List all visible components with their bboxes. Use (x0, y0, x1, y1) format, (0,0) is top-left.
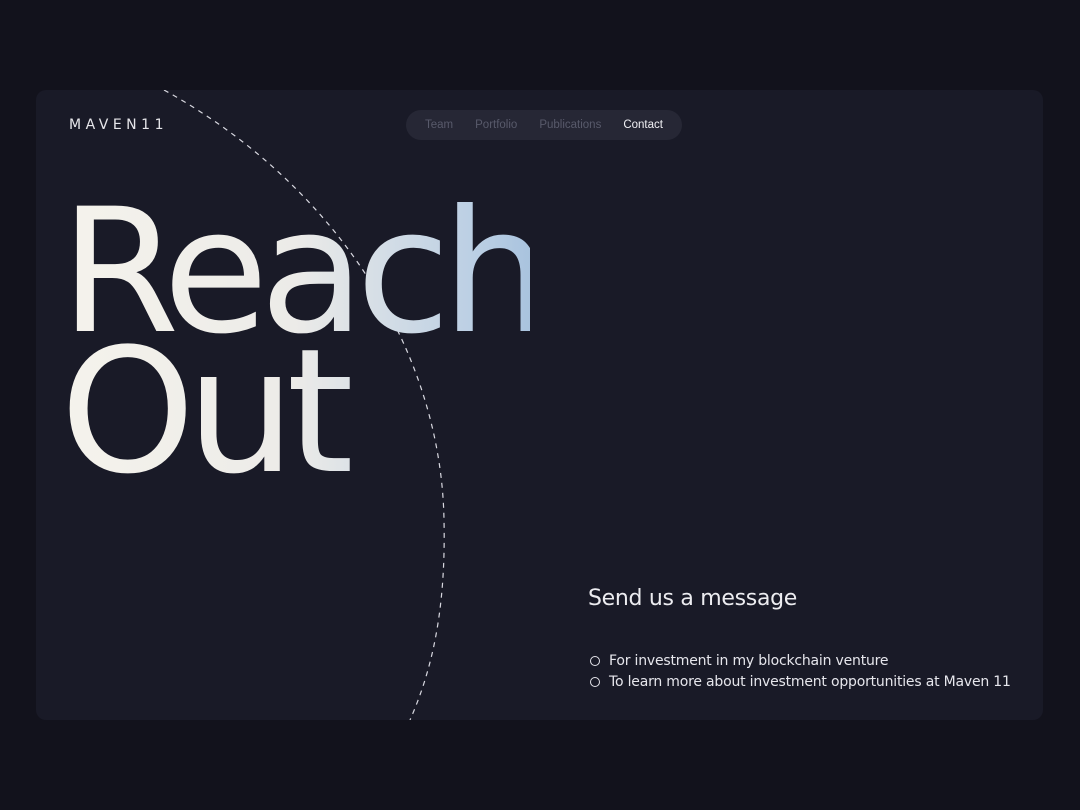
hero-headline: Reach Out (60, 186, 551, 498)
send-message-title: Send us a message (588, 586, 798, 611)
nav-item-team[interactable]: Team (414, 119, 464, 131)
radio-circle-icon[interactable] (590, 655, 600, 666)
radio-circle-icon[interactable] (590, 676, 600, 687)
page: MAVEN11 Team Portfolio Publications Cont… (0, 0, 1080, 810)
inquiry-options: For investment in my blockchain venture … (590, 650, 1011, 692)
maven11-logo[interactable]: MAVEN11 (69, 117, 168, 133)
main-nav: Team Portfolio Publications Contact (406, 110, 682, 140)
nav-item-portfolio[interactable]: Portfolio (464, 119, 528, 131)
inquiry-option-label: For investment in my blockchain venture (609, 652, 889, 669)
inquiry-option-investment[interactable]: For investment in my blockchain venture (590, 650, 1011, 671)
inquiry-option-label: To learn more about investment opportuni… (609, 673, 1011, 690)
nav-item-publications[interactable]: Publications (528, 119, 612, 131)
contact-card: MAVEN11 Team Portfolio Publications Cont… (36, 90, 1043, 720)
inquiry-option-learn-more[interactable]: To learn more about investment opportuni… (590, 671, 1011, 692)
nav-item-contact[interactable]: Contact (612, 119, 674, 131)
